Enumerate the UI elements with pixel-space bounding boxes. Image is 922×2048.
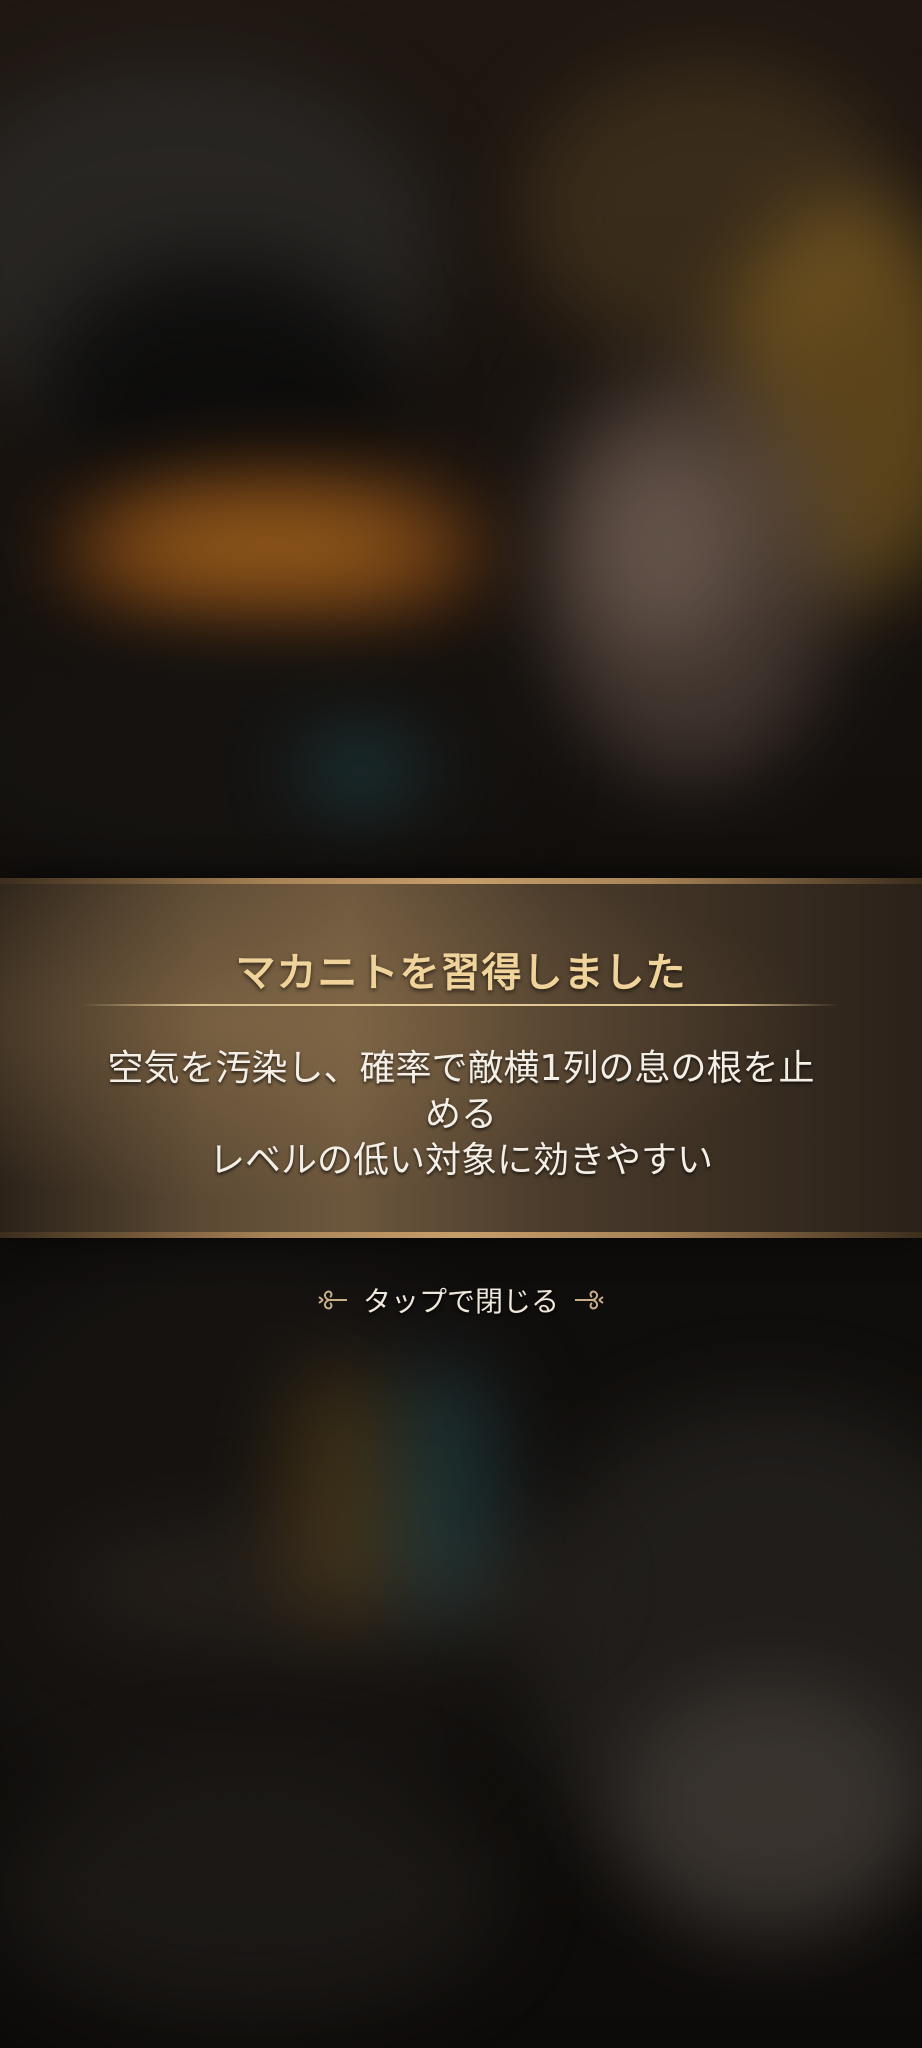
description-line: レベルの低い対象に効きやすい (208, 1140, 713, 1181)
description-line: 空気を汚染し、確率で敵横1列の息の根を止 (107, 1048, 815, 1089)
scroll-ornament-right-icon (575, 1290, 604, 1310)
banner-bottom-border (0, 1232, 922, 1238)
tap-to-close-label: タップで閉じる (362, 1285, 559, 1318)
skill-description: 空気を汚染し、確率で敵横1列の息の根を止 める レベルの低い対象に効きやすい (60, 1046, 862, 1184)
screen[interactable]: マカニトを習得しました 空気を汚染し、確率で敵横1列の息の根を止 める レベルの… (0, 0, 922, 2048)
tap-to-close-button[interactable]: タップで閉じる (0, 1276, 922, 1324)
description-line: める (424, 1094, 497, 1135)
banner-divider (80, 1004, 840, 1006)
banner-title: マカニトを習得しました (235, 950, 687, 996)
scroll-ornament-left-icon (318, 1290, 347, 1310)
